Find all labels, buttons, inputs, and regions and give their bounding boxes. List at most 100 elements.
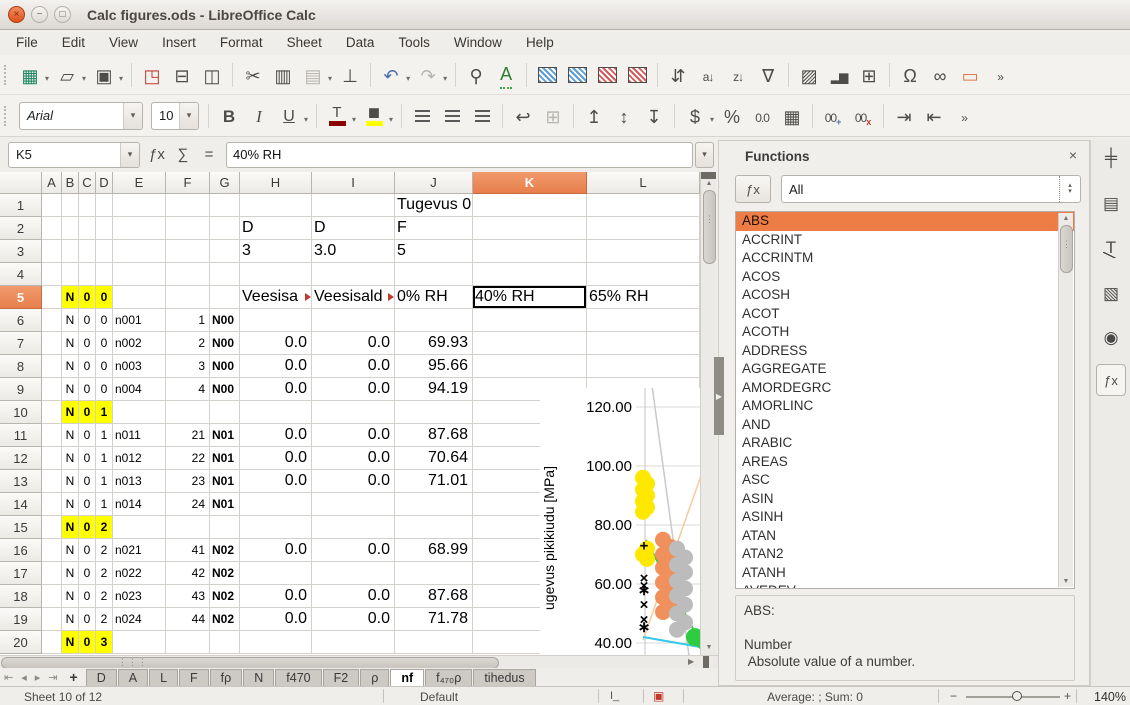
cell-A7[interactable] xyxy=(42,332,62,355)
cell-I10[interactable] xyxy=(312,401,395,424)
align-top-button[interactable]: ↥ xyxy=(581,102,607,130)
function-item-ACOTH[interactable]: ACOTH xyxy=(736,323,1074,342)
cell-E18[interactable]: n023 xyxy=(113,585,166,608)
cell-B9[interactable]: N xyxy=(62,378,79,401)
chevron-down-icon[interactable]: ▾ xyxy=(123,103,142,129)
function-item-AMORLINC[interactable]: AMORLINC xyxy=(736,397,1074,416)
cell-F5[interactable] xyxy=(166,286,210,309)
cell-G12[interactable]: N01 xyxy=(210,447,240,470)
function-item-ACOS[interactable]: ACOS xyxy=(736,268,1074,287)
zoom-percentage-label[interactable]: 140% xyxy=(1082,690,1126,704)
cell-A12[interactable] xyxy=(42,447,62,470)
cell-B6[interactable]: N xyxy=(62,309,79,332)
cell-I8[interactable]: 0.0 xyxy=(312,355,395,378)
cell-A3[interactable] xyxy=(42,240,62,263)
row-header-18[interactable]: 18 xyxy=(0,585,42,608)
column-header-B[interactable]: B xyxy=(62,172,79,194)
cell-E13[interactable]: n013 xyxy=(113,470,166,493)
row-header-19[interactable]: 19 xyxy=(0,608,42,631)
cell-A11[interactable] xyxy=(42,424,62,447)
function-item-ASC[interactable]: ASC xyxy=(736,471,1074,490)
chevron-down-icon[interactable]: ▾ xyxy=(45,66,49,83)
cell-I17[interactable] xyxy=(312,562,395,585)
cell-G9[interactable]: N00 xyxy=(210,378,240,401)
format-date-button[interactable]: ▦ xyxy=(779,102,805,130)
cell-C1[interactable] xyxy=(79,194,96,217)
sort-button[interactable]: ⇵ xyxy=(665,61,691,89)
function-item-ATAN[interactable]: ATAN xyxy=(736,527,1074,546)
sidebar-settings-icon[interactable]: ╪ xyxy=(1091,148,1130,168)
cell-I1[interactable] xyxy=(312,194,395,217)
vertical-scrollbar-thumb[interactable]: ⋮ xyxy=(703,190,716,264)
cell-F9[interactable]: 4 xyxy=(166,378,210,401)
cell-E19[interactable]: n024 xyxy=(113,608,166,631)
sheet-tab-L[interactable]: L xyxy=(149,669,178,686)
cell-H18[interactable]: 0.0 xyxy=(240,585,312,608)
spinner-icons[interactable]: ▴▾ xyxy=(1059,176,1080,202)
cell-C9[interactable]: 0 xyxy=(79,378,96,401)
cell-B8[interactable]: N xyxy=(62,355,79,378)
function-item-ARABIC[interactable]: ARABIC xyxy=(736,434,1074,453)
hyperlink-button[interactable]: ∞ xyxy=(927,61,953,89)
horizontal-scrollbar[interactable]: ⋮⋮⋮ ▶ xyxy=(0,655,718,668)
cell-I20[interactable] xyxy=(312,631,395,654)
cell-H2[interactable]: D xyxy=(240,217,312,240)
chevron-down-icon[interactable]: ▾ xyxy=(328,66,332,83)
sheet-tab-nf[interactable]: nf xyxy=(390,669,424,686)
cell-B14[interactable]: N xyxy=(62,493,79,516)
cell-E17[interactable]: n022 xyxy=(113,562,166,585)
cell-I18[interactable]: 0.0 xyxy=(312,585,395,608)
column-header-A[interactable]: A xyxy=(42,172,62,194)
delete-row-button[interactable] xyxy=(594,61,620,89)
cell-F4[interactable] xyxy=(166,263,210,286)
cell-J11[interactable]: 87.68 xyxy=(395,424,473,447)
function-item-AVEDEV[interactable]: AVEDEV xyxy=(736,582,1074,589)
sheet-tab-N[interactable]: N xyxy=(243,669,274,686)
font-size-combobox[interactable]: 10▾ xyxy=(151,102,199,130)
cell-H10[interactable] xyxy=(240,401,312,424)
cell-G11[interactable]: N01 xyxy=(210,424,240,447)
cell-H7[interactable]: 0.0 xyxy=(240,332,312,355)
cell-K4[interactable] xyxy=(473,263,587,286)
cell-I15[interactable] xyxy=(312,516,395,539)
chevron-down-icon[interactable]: ▾ xyxy=(179,103,198,129)
add-sheet-button[interactable]: + xyxy=(62,669,86,686)
cell-L7[interactable] xyxy=(587,332,700,355)
cell-G19[interactable]: N02 xyxy=(210,608,240,631)
sheet-tab-F2[interactable]: F2 xyxy=(323,669,360,686)
cell-D12[interactable]: 1 xyxy=(96,447,113,470)
menu-sheet[interactable]: Sheet xyxy=(275,32,334,53)
column-header-H[interactable]: H xyxy=(240,172,312,194)
merge-cells-button[interactable]: ⊞ xyxy=(540,102,566,130)
cell-F1[interactable] xyxy=(166,194,210,217)
cell-F11[interactable]: 21 xyxy=(166,424,210,447)
function-item-ATANH[interactable]: ATANH xyxy=(736,564,1074,583)
cell-C14[interactable]: 0 xyxy=(79,493,96,516)
cell-C12[interactable]: 0 xyxy=(79,447,96,470)
cell-G15[interactable] xyxy=(210,516,240,539)
toolbar-overflow-button[interactable]: » xyxy=(987,61,1013,89)
formula-input[interactable]: 40% RH xyxy=(226,142,693,168)
cell-E1[interactable] xyxy=(113,194,166,217)
sheet-tab-A[interactable]: A xyxy=(118,669,148,686)
save-button[interactable]: ▣ xyxy=(91,61,117,89)
cell-J6[interactable] xyxy=(395,309,473,332)
cell-A17[interactable] xyxy=(42,562,62,585)
cell-A14[interactable] xyxy=(42,493,62,516)
function-list-scrollbar[interactable]: ▲ ⋮ ▼ xyxy=(1058,213,1073,587)
close-icon[interactable]: × xyxy=(1069,147,1077,163)
sheet-tab-F[interactable]: F xyxy=(179,669,209,686)
underline-button[interactable]: U xyxy=(276,102,302,130)
page-style-label[interactable]: Default xyxy=(420,690,458,704)
cell-B1[interactable] xyxy=(62,194,79,217)
cell-G13[interactable]: N01 xyxy=(210,470,240,493)
cell-E10[interactable] xyxy=(113,401,166,424)
cell-G7[interactable]: N00 xyxy=(210,332,240,355)
cell-G4[interactable] xyxy=(210,263,240,286)
cell-J10[interactable] xyxy=(395,401,473,424)
function-item-AREAS[interactable]: AREAS xyxy=(736,453,1074,472)
cell-H1[interactable] xyxy=(240,194,312,217)
cell-F15[interactable] xyxy=(166,516,210,539)
cell-C7[interactable]: 0 xyxy=(79,332,96,355)
cell-G20[interactable] xyxy=(210,631,240,654)
